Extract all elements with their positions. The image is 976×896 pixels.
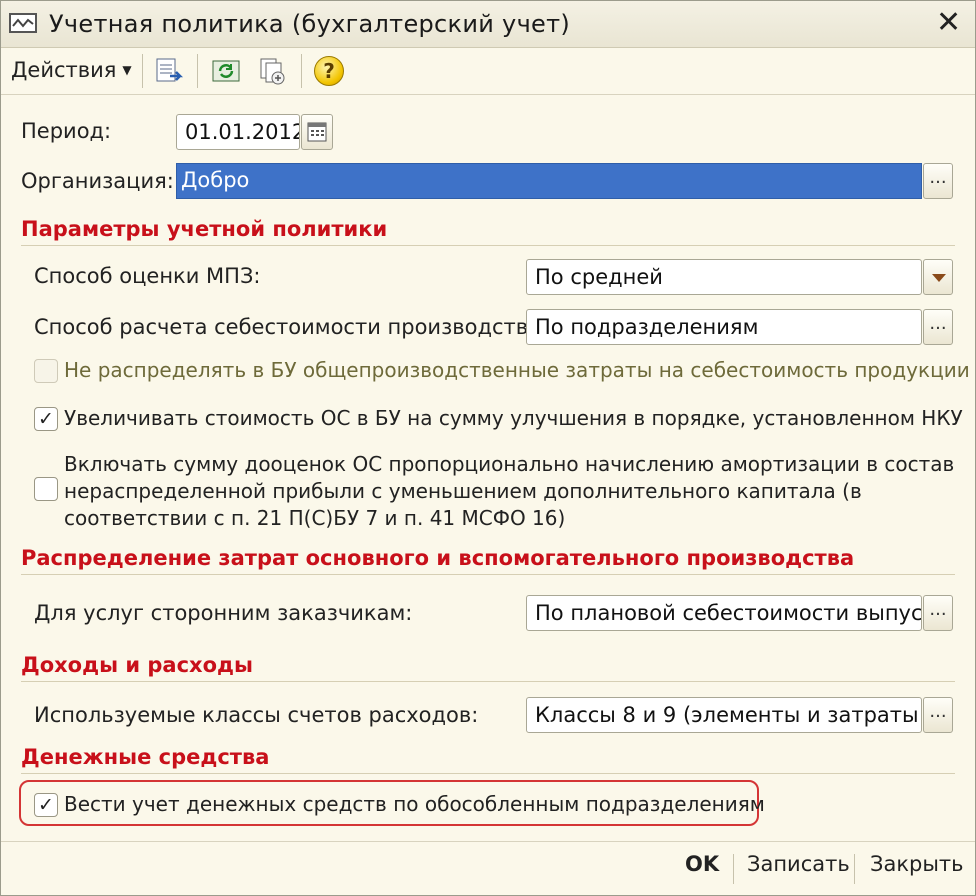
title-bar: Учетная политика (бухгалтерский учет) ✕	[1, 1, 975, 48]
cost-method-input[interactable]: По подразделениям	[526, 309, 922, 345]
section-title-policy: Параметры учетной политики	[21, 217, 955, 246]
include-revaluation-checkbox[interactable]	[34, 477, 58, 501]
section-divider	[21, 245, 955, 246]
section-policy-title-text: Параметры учетной политики	[21, 217, 388, 241]
mpz-select[interactable]: По средней	[526, 259, 922, 295]
bottom-bar: OK Записать Закрыть	[1, 841, 975, 896]
services-select-button[interactable]: ...	[923, 595, 953, 631]
form-icon	[9, 13, 37, 33]
no-distribute-overhead-label: Не распределять в БУ общепроизводственны…	[64, 358, 970, 382]
section-divider	[21, 681, 955, 682]
period-input[interactable]: 01.01.2012	[176, 114, 300, 150]
section-income-title-text: Доходы и расходы	[21, 653, 253, 677]
increase-os-cost-checkbox[interactable]: ✓	[34, 407, 58, 431]
button-separator	[733, 854, 734, 884]
close-button[interactable]: Закрыть	[870, 852, 964, 876]
services-input[interactable]: По плановой себестоимости выпуска	[526, 595, 922, 631]
section-title-distribution: Распределение затрат основного и вспомог…	[21, 546, 955, 575]
save-button[interactable]: Записать	[747, 852, 850, 876]
toolbar-separator	[301, 54, 302, 88]
services-label: Для услуг сторонним заказчикам:	[34, 601, 413, 625]
cost-method-label: Способ расчета себестоимости производств…	[34, 315, 549, 339]
actions-label: Действия	[11, 58, 117, 82]
section-title-cash: Денежные средства	[21, 745, 955, 774]
cash-by-subdivisions-label: Вести учет денежных средств по обособлен…	[64, 792, 765, 816]
section-distribution-title-text: Распределение затрат основного и вспомог…	[21, 546, 855, 570]
section-divider	[21, 574, 955, 575]
section-divider	[21, 773, 955, 774]
calendar-icon[interactable]	[301, 114, 333, 150]
ok-button[interactable]: OK	[685, 852, 719, 876]
cash-by-subdivisions-checkbox[interactable]: ✓	[34, 793, 58, 817]
include-revaluation-label-line2: нераспределенной прибыли с уменьшением д…	[64, 479, 862, 503]
help-icon[interactable]: ?	[314, 56, 344, 86]
chevron-down-icon: ▼	[122, 63, 132, 77]
mpz-dropdown-button[interactable]	[923, 259, 953, 295]
toolbar-separator	[197, 54, 198, 88]
include-revaluation-label-line3: соответствии с п. 21 П(С)БУ 7 и п. 41 МС…	[64, 506, 566, 530]
section-title-income: Доходы и расходы	[21, 653, 955, 682]
expense-classes-select-button[interactable]: ...	[923, 697, 953, 733]
section-cash-title-text: Денежные средства	[21, 745, 270, 769]
organization-select-button[interactable]: ...	[923, 163, 953, 199]
expense-classes-label: Используемые классы счетов расходов:	[34, 703, 479, 727]
copy-document-icon[interactable]	[257, 56, 287, 86]
mpz-label: Способ оценки МПЗ:	[34, 264, 261, 288]
refresh-icon[interactable]	[211, 56, 241, 86]
increase-os-cost-label: Увеличивать стоимость ОС в БУ на сумму у…	[64, 406, 963, 430]
accounting-policy-window: Учетная политика (бухгалтерский учет) ✕ …	[0, 0, 976, 896]
expense-classes-input[interactable]: Классы 8 и 9 (элементы и затраты де	[526, 697, 922, 733]
window-title: Учетная политика (бухгалтерский учет)	[49, 10, 571, 38]
organization-label: Организация:	[21, 169, 174, 193]
period-label: Период:	[21, 119, 112, 143]
toolbar: Действия ▼ ?	[1, 48, 975, 95]
organization-input[interactable]: Добро	[176, 163, 922, 199]
button-separator	[854, 854, 855, 884]
include-revaluation-label-line1: Включать сумму дооценок ОС пропорциональ…	[64, 452, 955, 476]
document-list-icon[interactable]	[154, 56, 184, 86]
cost-method-select-button[interactable]: ...	[923, 309, 953, 345]
actions-menu[interactable]: Действия ▼	[11, 58, 132, 82]
no-distribute-overhead-checkbox[interactable]	[34, 359, 58, 383]
close-icon[interactable]: ✕	[936, 5, 961, 40]
toolbar-separator	[142, 54, 143, 88]
